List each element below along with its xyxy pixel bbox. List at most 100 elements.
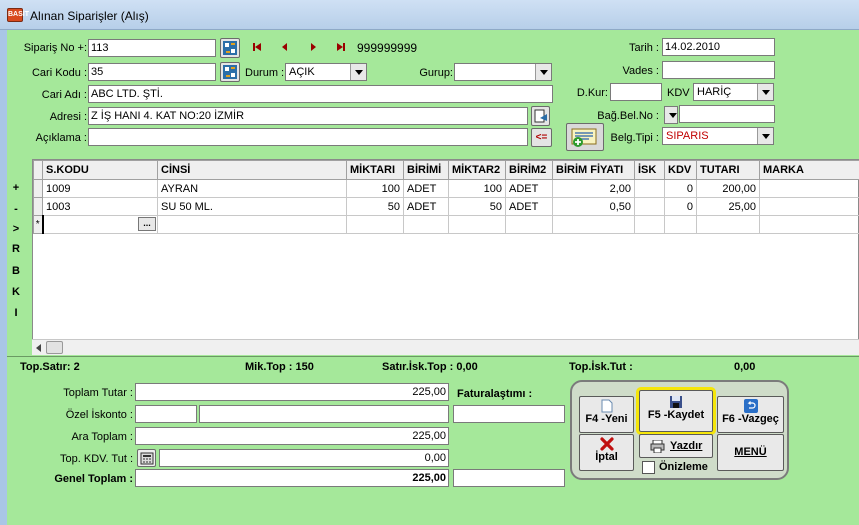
side-letter-r[interactable]: R <box>7 243 25 255</box>
col-header-marka[interactable]: MARKA <box>759 160 859 180</box>
cell-birimi[interactable]: ADET <box>403 197 449 216</box>
cell-empty[interactable] <box>505 215 553 234</box>
siparis-no-field[interactable]: 113 <box>88 39 216 57</box>
cell-empty[interactable] <box>696 215 760 234</box>
toplam-tutar-label: Toplam Tutar : <box>63 387 133 399</box>
extra-field[interactable] <box>453 469 565 487</box>
ozel-iskonto-amount-field[interactable] <box>199 405 449 423</box>
cell-skodu-editing[interactable]: ... <box>41 215 158 234</box>
print-button[interactable]: Yazdır <box>639 434 713 458</box>
cell-skodu[interactable]: 1003 <box>42 197 158 216</box>
cell-empty[interactable] <box>346 215 404 234</box>
cell-empty[interactable] <box>759 215 859 234</box>
gurup-select[interactable] <box>454 63 552 81</box>
iptal-button[interactable]: İptal <box>579 434 634 471</box>
siparis-lookup-button[interactable] <box>220 38 240 58</box>
cell-tutari[interactable]: 25,00 <box>696 197 760 216</box>
save-button[interactable]: F5 -Kaydet <box>636 387 716 435</box>
prev-record-button[interactable] <box>277 39 293 55</box>
cell-skodu[interactable]: 1009 <box>42 179 158 198</box>
cell-miktari[interactable]: 100 <box>346 179 404 198</box>
ozel-iskonto-percent-field[interactable] <box>135 405 197 423</box>
tarih-field[interactable]: 14.02.2010 <box>662 38 775 56</box>
cell-birim-fiyati[interactable]: 2,00 <box>552 179 635 198</box>
bag-bel-no-field[interactable] <box>679 105 775 123</box>
cell-empty[interactable] <box>634 215 665 234</box>
belg-tipi-select[interactable]: SIPARIS <box>662 127 774 145</box>
kdv-detail-button[interactable] <box>137 449 156 467</box>
row-indicator[interactable] <box>33 197 43 216</box>
side-delete-row[interactable]: - <box>7 203 25 215</box>
adresi-field[interactable]: Z İŞ HANI 4. KAT NO:20 İZMİR <box>88 107 528 125</box>
cell-miktar2[interactable]: 50 <box>448 197 506 216</box>
side-letter-b[interactable]: B <box>7 265 25 277</box>
cell-isk[interactable] <box>634 179 665 198</box>
row-indicator[interactable] <box>33 179 43 198</box>
cell-kdv[interactable]: 0 <box>664 197 697 216</box>
menu-button[interactable]: MENÜ <box>717 434 784 471</box>
scroll-left-icon[interactable] <box>36 344 41 352</box>
vades-field[interactable] <box>662 61 775 79</box>
cell-birim2[interactable]: ADET <box>505 179 553 198</box>
table-row[interactable]: 1009 AYRAN 100 ADET 100 ADET 2,00 0 200,… <box>33 179 859 198</box>
side-add-row[interactable]: + <box>7 182 25 194</box>
cell-empty[interactable] <box>664 215 697 234</box>
cari-lookup-button[interactable] <box>220 62 240 82</box>
add-document-button[interactable] <box>566 123 604 151</box>
new-button[interactable]: F4 -Yeni <box>579 396 634 433</box>
cell-empty[interactable] <box>448 215 506 234</box>
cell-tutari[interactable]: 200,00 <box>696 179 760 198</box>
cell-birimi[interactable]: ADET <box>403 179 449 198</box>
side-letter-k[interactable]: K <box>7 286 25 298</box>
col-header-isk[interactable]: İSK <box>634 160 665 180</box>
col-header-tutari[interactable]: TUTARI <box>696 160 760 180</box>
faturalastimi-label: Faturalaştımı : <box>457 388 533 400</box>
lookup-ellipsis-button[interactable]: ... <box>138 217 156 231</box>
horizontal-scrollbar[interactable] <box>32 339 859 355</box>
cancel-button[interactable]: F6 -Vazgeç <box>717 396 784 433</box>
faturalastimi-field[interactable] <box>453 405 565 423</box>
col-header-cinsi[interactable]: CİNSİ <box>157 160 347 180</box>
new-row[interactable]: * ... <box>33 215 859 234</box>
col-header-miktari[interactable]: MİKTARI <box>346 160 404 180</box>
col-header-miktar2[interactable]: MİKTAR2 <box>448 160 506 180</box>
cell-marka[interactable] <box>759 197 859 216</box>
cell-empty[interactable] <box>552 215 635 234</box>
cell-cinsi[interactable]: SU 50 ML. <box>157 197 347 216</box>
dkur-field[interactable] <box>610 83 662 101</box>
table-row[interactable]: 1003 SU 50 ML. 50 ADET 50 ADET 0,50 0 25… <box>33 197 859 216</box>
side-arrow[interactable]: > <box>7 223 25 235</box>
cell-marka[interactable] <box>759 179 859 198</box>
cari-adi-field[interactable]: ABC LTD. ŞTİ. <box>88 85 553 103</box>
onizleme-checkbox[interactable] <box>642 461 655 474</box>
scroll-thumb[interactable] <box>46 341 63 354</box>
col-header-birimi[interactable]: BİRİMİ <box>403 160 449 180</box>
lookup-icon <box>223 65 237 79</box>
cell-miktar2[interactable]: 100 <box>448 179 506 198</box>
items-grid[interactable]: S.KODU CİNSİ MİKTARI BİRİMİ MİKTAR2 BİRİ… <box>32 159 859 355</box>
next-record-button[interactable] <box>305 39 321 55</box>
cari-kodu-field[interactable]: 35 <box>88 63 216 81</box>
lookup-icon <box>223 41 237 55</box>
last-record-button[interactable] <box>333 39 349 55</box>
kdv-select[interactable]: HARİÇ <box>693 83 774 101</box>
side-letter-i[interactable]: I <box>7 307 25 319</box>
cell-miktari[interactable]: 50 <box>346 197 404 216</box>
copy-address-button[interactable]: <= <box>531 128 552 147</box>
cell-isk[interactable] <box>634 197 665 216</box>
col-header-birim2[interactable]: BİRİM2 <box>505 160 553 180</box>
cell-kdv[interactable]: 0 <box>664 179 697 198</box>
address-edit-button[interactable] <box>531 106 550 126</box>
durum-select[interactable]: AÇIK <box>285 63 367 81</box>
cell-cinsi[interactable]: AYRAN <box>157 179 347 198</box>
first-record-button[interactable] <box>249 39 265 55</box>
col-header-kdv[interactable]: KDV <box>664 160 697 180</box>
aciklama-field[interactable] <box>88 128 528 146</box>
col-header-skodu[interactable]: S.KODU <box>42 160 158 180</box>
bag-bel-no-dropdown[interactable] <box>664 106 678 124</box>
cell-empty[interactable] <box>403 215 449 234</box>
cell-birim-fiyati[interactable]: 0,50 <box>552 197 635 216</box>
col-header-birim-fiyati[interactable]: BİRİM FİYATI <box>552 160 635 180</box>
cell-empty[interactable] <box>157 215 347 234</box>
cell-birim2[interactable]: ADET <box>505 197 553 216</box>
